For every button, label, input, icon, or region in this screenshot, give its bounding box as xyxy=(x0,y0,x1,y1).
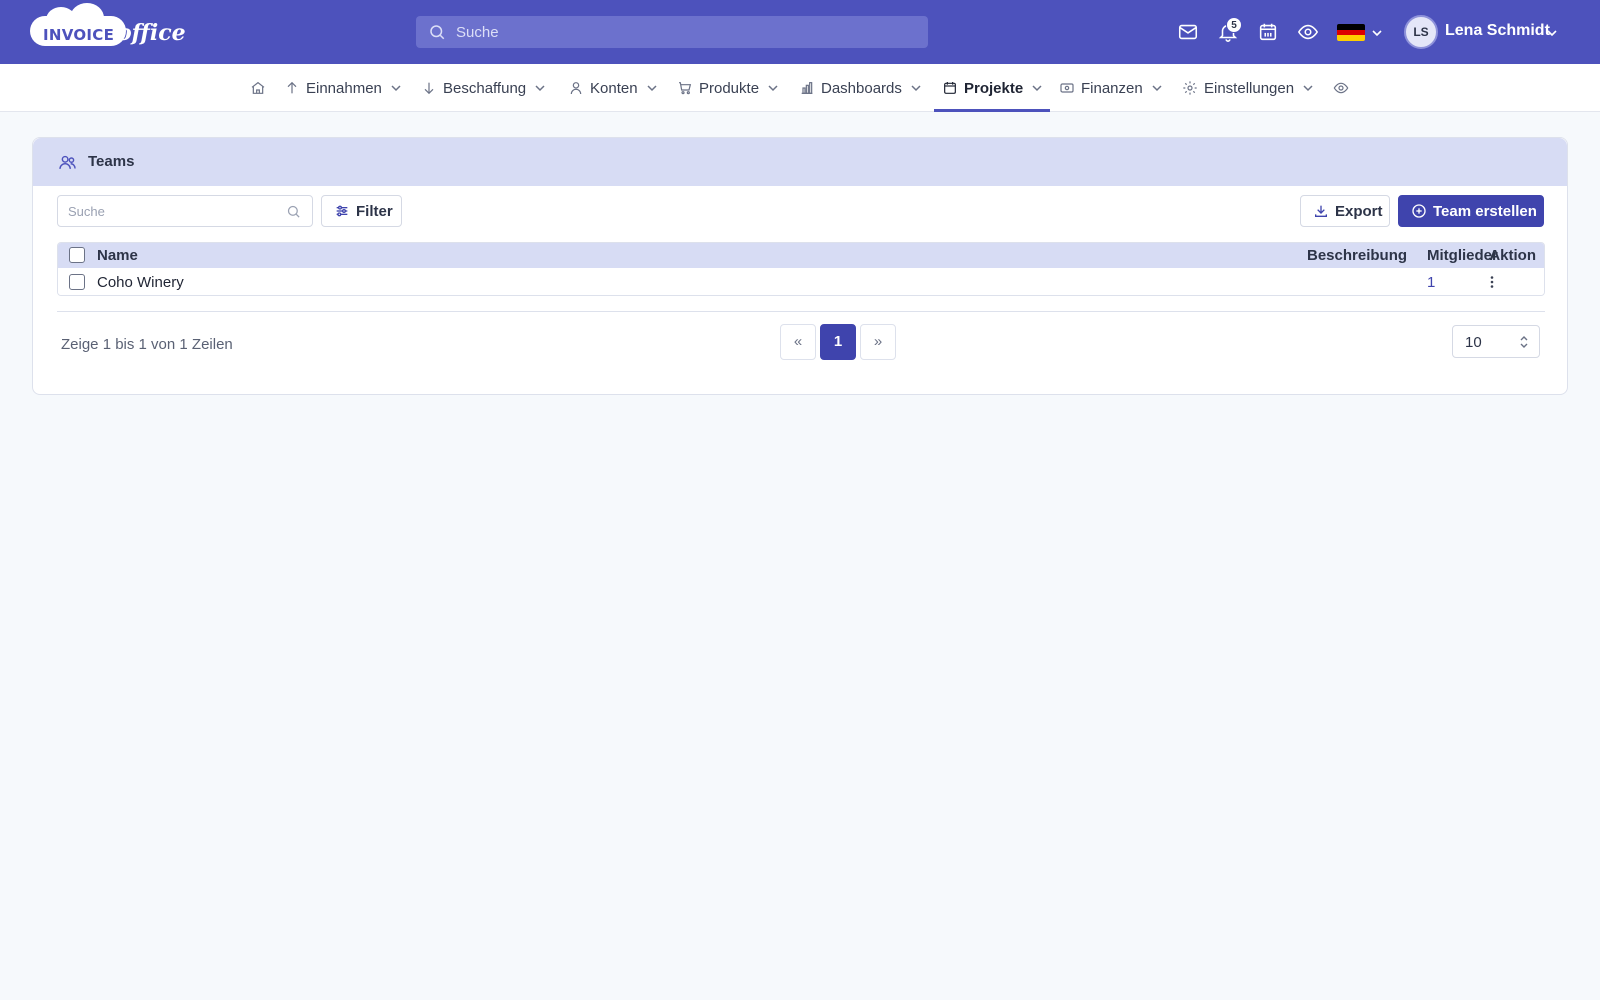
filter-button[interactable]: Filter xyxy=(321,195,402,227)
banknote-icon xyxy=(1060,83,1074,93)
search-icon xyxy=(430,25,445,40)
search-icon xyxy=(287,205,300,218)
user-avatar[interactable]: LS xyxy=(1404,15,1438,49)
column-header-name[interactable]: Name xyxy=(97,247,138,264)
nav-label-projekte: Projekte xyxy=(964,79,1024,97)
calendar-icon[interactable] xyxy=(1257,21,1279,43)
chevron-down-icon xyxy=(768,85,778,92)
table-row[interactable]: Coho Winery 1 xyxy=(58,268,1544,295)
select-updown-icon xyxy=(1520,336,1528,348)
nav-item-konten[interactable]: Konten xyxy=(568,64,658,112)
notification-count-badge: 5 xyxy=(1226,17,1242,33)
nav-item-visibility[interactable] xyxy=(1333,64,1355,112)
gear-icon xyxy=(1183,81,1197,95)
language-flag-icon[interactable] xyxy=(1337,24,1365,41)
eye-icon xyxy=(1333,82,1349,94)
export-button[interactable]: Export xyxy=(1300,195,1390,227)
page-size-select[interactable]: 10 xyxy=(1452,325,1540,358)
chevron-down-icon xyxy=(647,85,657,92)
more-vertical-icon[interactable] xyxy=(1486,275,1498,289)
invoiceoffice-logo[interactable]: ✦ INVOICE office xyxy=(30,3,186,50)
nav-label-dashboards: Dashboards xyxy=(821,79,902,97)
global-search[interactable] xyxy=(416,16,928,48)
nav-item-produkte[interactable]: Produkte xyxy=(677,64,779,112)
teams-table: Name Beschreibung Mitglieder Aktion Coho… xyxy=(57,242,1545,296)
arrow-up-icon xyxy=(287,81,297,94)
download-icon xyxy=(1315,205,1327,217)
table-header-row: Name Beschreibung Mitglieder Aktion xyxy=(58,243,1544,268)
top-bar: ✦ INVOICE office 5 LS Lena Schmidt xyxy=(0,0,1600,64)
nav-item-finanzen[interactable]: Finanzen xyxy=(1059,64,1163,112)
row-checkbox[interactable] xyxy=(69,274,85,290)
card-title: Teams xyxy=(88,153,135,170)
user-icon xyxy=(570,82,582,95)
nav-label-finanzen: Finanzen xyxy=(1081,79,1143,97)
nav-label-konten: Konten xyxy=(590,79,638,97)
select-all-checkbox[interactable] xyxy=(69,247,85,263)
pagination-summary: Zeige 1 bis 1 von 1 Zeilen xyxy=(61,336,233,353)
active-tab-indicator xyxy=(934,109,1050,112)
export-button-label: Export xyxy=(1335,202,1383,220)
bar-chart-icon xyxy=(801,82,813,94)
create-team-button-label: Team erstellen xyxy=(1433,202,1537,220)
pagination-page-button[interactable]: 1 xyxy=(820,324,856,360)
plus-circle-icon xyxy=(1412,204,1426,218)
table-search-input[interactable] xyxy=(68,196,278,226)
create-team-button[interactable]: Team erstellen xyxy=(1398,195,1544,227)
logo-word-invoice: INVOICE xyxy=(43,26,115,44)
pagination-prev-button[interactable]: « xyxy=(780,324,816,360)
logo-sparkle-icon: ✦ xyxy=(32,15,43,30)
column-header-beschreibung[interactable]: Beschreibung xyxy=(1307,247,1407,264)
arrow-down-icon xyxy=(424,82,434,95)
chevron-down-icon xyxy=(1152,85,1162,92)
nav-label-einnahmen: Einnahmen xyxy=(306,79,382,97)
chevron-down-icon xyxy=(391,85,401,92)
main-navigation: Einnahmen Beschaffung Konten Produkte Da… xyxy=(0,64,1600,112)
sliders-icon xyxy=(336,205,348,217)
filter-button-label: Filter xyxy=(356,202,393,220)
users-icon xyxy=(59,155,76,169)
chevron-down-icon xyxy=(1032,85,1042,92)
global-search-input[interactable] xyxy=(456,16,916,48)
calendar-icon xyxy=(944,82,956,94)
column-header-mitglieder[interactable]: Mitglieder xyxy=(1427,247,1498,264)
home-icon xyxy=(251,81,265,94)
nav-label-einstellungen: Einstellungen xyxy=(1204,79,1295,97)
cart-icon xyxy=(679,82,692,95)
table-search[interactable] xyxy=(57,195,313,227)
chevron-down-icon xyxy=(1303,85,1313,92)
nav-item-einstellungen[interactable]: Einstellungen xyxy=(1182,64,1314,112)
teams-card: Teams Filter Export Team erstellen Name … xyxy=(32,137,1568,395)
nav-item-home[interactable] xyxy=(250,64,272,112)
chevron-down-icon xyxy=(535,85,545,92)
page-size-value: 10 xyxy=(1465,334,1482,351)
column-header-aktion: Aktion xyxy=(1489,247,1536,264)
user-name[interactable]: Lena Schmidt xyxy=(1445,22,1550,40)
user-menu-chevron-down-icon[interactable] xyxy=(1546,27,1558,39)
language-chevron-down-icon[interactable] xyxy=(1371,27,1383,39)
card-header: Teams xyxy=(33,138,1567,186)
footer-divider xyxy=(57,311,1545,312)
nav-item-einnahmen[interactable]: Einnahmen xyxy=(284,64,402,112)
eye-icon[interactable] xyxy=(1297,21,1319,43)
row-name[interactable]: Coho Winery xyxy=(97,274,184,291)
nav-item-beschaffung[interactable]: Beschaffung xyxy=(421,64,546,112)
nav-label-beschaffung: Beschaffung xyxy=(443,79,527,97)
logo-word-office: office xyxy=(117,20,186,46)
nav-item-projekte[interactable]: Projekte xyxy=(942,64,1043,112)
mail-icon[interactable] xyxy=(1177,21,1199,43)
nav-label-produkte: Produkte xyxy=(699,79,760,97)
nav-item-dashboards[interactable]: Dashboards xyxy=(799,64,922,112)
pagination-next-button[interactable]: » xyxy=(860,324,896,360)
chevron-down-icon xyxy=(911,85,921,92)
row-members-count[interactable]: 1 xyxy=(1427,274,1435,291)
